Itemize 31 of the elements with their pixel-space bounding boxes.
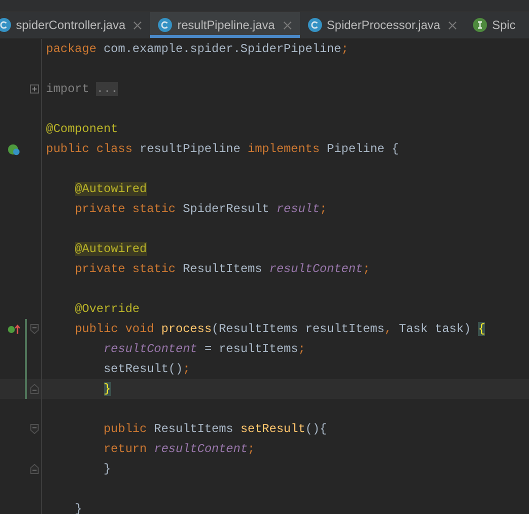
code-line: import ... [46, 82, 118, 96]
editor-tab[interactable]: SpiderProcessor.java [300, 12, 466, 38]
interface-file-icon [473, 18, 488, 32]
code-line: @Component [46, 122, 118, 136]
close-icon[interactable] [133, 20, 142, 30]
fold-icon[interactable] [30, 424, 39, 434]
fold-end-icon[interactable] [30, 384, 39, 394]
fold-end-icon[interactable] [30, 464, 39, 474]
class-file-icon [0, 18, 11, 32]
code-line: package com.example.spider.SpiderPipeline; [46, 42, 348, 56]
editor-tab[interactable]: spiderController.java [0, 12, 150, 38]
close-icon[interactable] [448, 20, 458, 30]
expand-icon[interactable] [30, 84, 39, 94]
code-line: private static SpiderResult result; [74, 202, 327, 216]
class-file-icon [308, 18, 322, 32]
code-line: @Override [74, 302, 140, 316]
class-file-icon [158, 18, 172, 32]
code-line: resultContent = resultItems; [102, 342, 306, 356]
close-icon[interactable] [282, 20, 292, 30]
code-line: private static ResultItems resultContent; [74, 262, 370, 276]
code-line: public class resultPipeline implements Pipeline { [46, 142, 399, 156]
override-marker-icon[interactable] [7, 322, 21, 336]
fold-icon[interactable] [30, 324, 39, 334]
code-line: setResult(); [102, 362, 190, 376]
editor-tab[interactable]: resultPipeline.java [150, 12, 300, 38]
editor-tab[interactable]: Spic [465, 12, 524, 38]
code-line: } [102, 462, 111, 476]
code-line: public void process(ResultItems resultItems, Task task) { [74, 322, 486, 336]
implements-marker-icon[interactable] [7, 142, 21, 156]
code-line: return resultContent; [102, 442, 255, 456]
code-line: public ResultItems setResult(){ [102, 422, 327, 436]
